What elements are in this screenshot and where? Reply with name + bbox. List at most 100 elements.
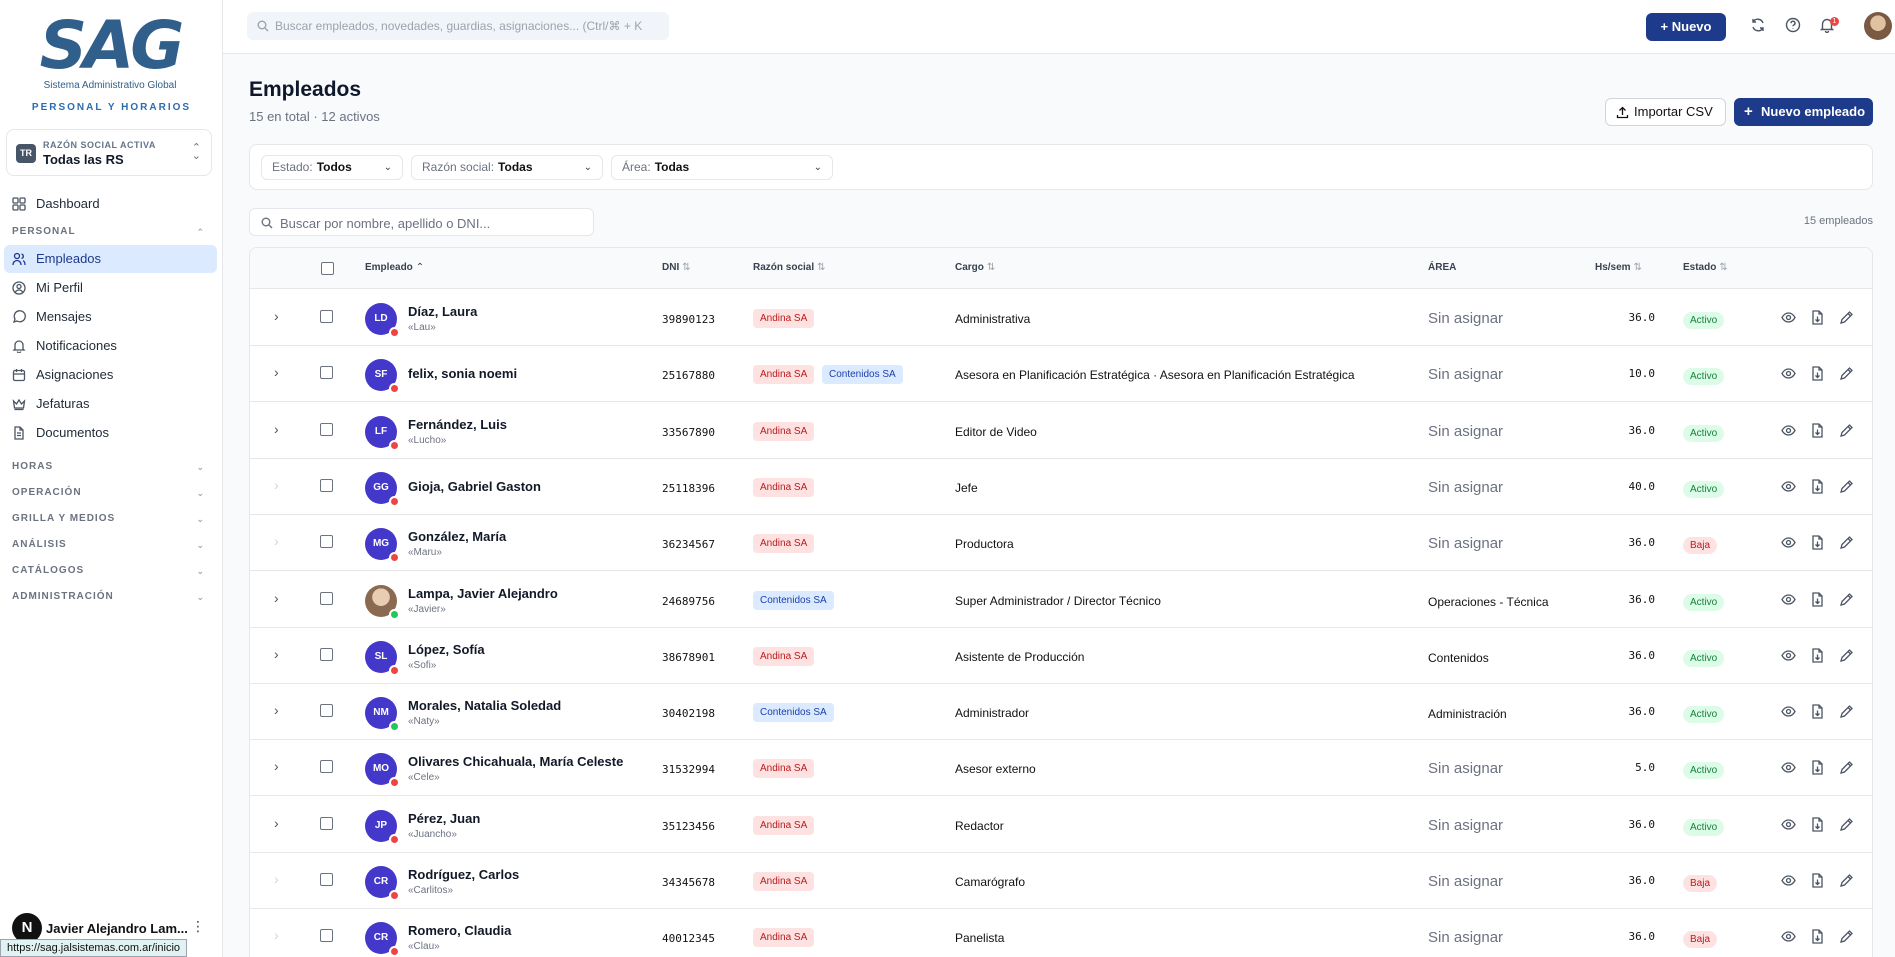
- pencil-icon[interactable]: [1839, 760, 1854, 775]
- eye-icon[interactable]: [1781, 310, 1796, 325]
- pencil-icon[interactable]: [1839, 704, 1854, 719]
- row-checkbox[interactable]: [320, 591, 333, 605]
- document-icon[interactable]: [1810, 648, 1825, 663]
- chevron-right-icon[interactable]: ›: [274, 421, 279, 437]
- eye-icon[interactable]: [1781, 929, 1796, 944]
- row-checkbox[interactable]: [320, 760, 333, 774]
- row-checkbox[interactable]: [320, 929, 333, 943]
- employee-name[interactable]: Díaz, Laura: [408, 304, 477, 319]
- employee-name[interactable]: Romero, Claudia: [408, 923, 511, 938]
- estado-filter[interactable]: Estado: Todos ⌄: [261, 155, 403, 180]
- pencil-icon[interactable]: [1839, 423, 1854, 438]
- document-icon[interactable]: [1810, 366, 1825, 381]
- avatar[interactable]: [1864, 12, 1892, 40]
- row-checkbox[interactable]: [320, 366, 333, 380]
- document-icon[interactable]: [1810, 591, 1825, 607]
- section-horas[interactable]: HORAS ⌄: [0, 454, 223, 480]
- section-grilla-medios[interactable]: GRILLA Y MEDIOS ⌄: [0, 506, 223, 532]
- column-hs-sem[interactable]: Hs/sem ⇅: [1595, 262, 1642, 273]
- pencil-icon[interactable]: [1839, 929, 1854, 944]
- row-checkbox[interactable]: [320, 422, 333, 436]
- column-razon-social[interactable]: Razón social ⇅: [753, 262, 826, 273]
- import-csv-button[interactable]: Importar CSV: [1605, 98, 1726, 126]
- document-icon[interactable]: [1810, 310, 1825, 325]
- pencil-icon[interactable]: [1839, 873, 1854, 888]
- eye-icon[interactable]: [1781, 648, 1796, 663]
- eye-icon[interactable]: [1781, 704, 1796, 719]
- row-checkbox[interactable]: [320, 310, 333, 323]
- row-checkbox[interactable]: [320, 478, 333, 492]
- pencil-icon[interactable]: [1839, 479, 1854, 494]
- chevron-right-icon[interactable]: ›: [274, 308, 279, 324]
- pencil-icon[interactable]: [1839, 366, 1854, 381]
- eye-icon[interactable]: [1781, 479, 1796, 494]
- logo[interactable]: SAG Sistema Administrativo Global: [35, 13, 185, 92]
- document-icon[interactable]: [1810, 873, 1825, 888]
- document-icon[interactable]: [1810, 704, 1825, 719]
- sidebar-item-documentos[interactable]: Documentos: [4, 419, 217, 447]
- document-icon[interactable]: [1810, 929, 1825, 944]
- chevron-right-icon[interactable]: ›: [274, 646, 279, 662]
- row-checkbox[interactable]: [320, 873, 333, 886]
- chevron-right-icon[interactable]: ›: [274, 702, 279, 718]
- section-personal[interactable]: PERSONAL ⌃: [0, 219, 223, 245]
- pencil-icon[interactable]: [1839, 592, 1854, 607]
- sidebar-item-empleados[interactable]: Empleados: [4, 245, 217, 273]
- column-dni[interactable]: DNI ⇅: [662, 262, 691, 273]
- pencil-icon[interactable]: [1839, 817, 1854, 832]
- row-checkbox[interactable]: [320, 535, 333, 549]
- eye-icon[interactable]: [1781, 535, 1796, 550]
- employee-name[interactable]: Rodríguez, Carlos: [408, 867, 519, 882]
- eye-icon[interactable]: [1781, 592, 1796, 607]
- pencil-icon[interactable]: [1839, 535, 1854, 550]
- employee-name[interactable]: felix, sonia noemi: [408, 366, 517, 381]
- eye-icon[interactable]: [1781, 760, 1796, 775]
- sidebar-item-dashboard[interactable]: Dashboard: [4, 190, 217, 218]
- sidebar-item-notificaciones[interactable]: Notificaciones: [4, 332, 217, 360]
- chevron-right-icon[interactable]: ›: [274, 815, 279, 831]
- sidebar-item-mensajes[interactable]: Mensajes: [4, 303, 217, 331]
- section-catalogos[interactable]: CATÁLOGOS ⌄: [0, 558, 223, 584]
- employee-name[interactable]: Gioja, Gabriel Gaston: [408, 479, 541, 494]
- select-all-checkbox[interactable]: [321, 262, 334, 275]
- row-checkbox[interactable]: [320, 816, 333, 830]
- row-checkbox[interactable]: [320, 647, 333, 661]
- employee-name[interactable]: López, Sofía: [408, 642, 485, 657]
- employee-name[interactable]: Olivares Chicahuala, María Celeste: [408, 754, 623, 769]
- document-icon[interactable]: [1810, 535, 1825, 550]
- sidebar-item-jefaturas[interactable]: Jefaturas: [4, 390, 217, 418]
- chevron-right-icon[interactable]: ›: [274, 758, 279, 774]
- document-icon[interactable]: [1810, 479, 1825, 494]
- section-administracion[interactable]: ADMINISTRACIÓN ⌄: [0, 584, 223, 610]
- employee-name[interactable]: Pérez, Juan: [408, 811, 480, 826]
- new-button[interactable]: + Nuevo: [1646, 13, 1726, 41]
- column-empleado[interactable]: Empleado ⌃: [365, 262, 424, 273]
- eye-icon[interactable]: [1781, 423, 1796, 438]
- document-icon[interactable]: [1810, 422, 1825, 438]
- section-analisis[interactable]: ANÁLISIS ⌄: [0, 532, 223, 558]
- help-icon[interactable]: [1785, 17, 1801, 33]
- eye-icon[interactable]: [1781, 366, 1796, 381]
- document-icon[interactable]: [1810, 760, 1825, 776]
- employee-search-input[interactable]: Buscar por nombre, apellido o DNI...: [249, 208, 594, 236]
- pencil-icon[interactable]: [1839, 310, 1854, 325]
- eye-icon[interactable]: [1781, 873, 1796, 888]
- employee-name[interactable]: Morales, Natalia Soledad: [408, 698, 561, 713]
- employee-name[interactable]: González, María: [408, 529, 506, 544]
- razon-social-selector[interactable]: TR RAZÓN SOCIAL ACTIVA Todas las RS ⌃ ⌄: [6, 129, 212, 176]
- sidebar-item-asignaciones[interactable]: Asignaciones: [4, 361, 217, 389]
- pencil-icon[interactable]: [1839, 648, 1854, 663]
- area-filter[interactable]: Área: Todas ⌄: [611, 155, 833, 180]
- employee-name[interactable]: Fernández, Luis: [408, 417, 507, 432]
- document-icon[interactable]: [1810, 817, 1825, 832]
- row-checkbox[interactable]: [320, 704, 333, 718]
- razon-social-filter[interactable]: Razón social: Todas ⌄: [411, 155, 603, 180]
- column-cargo[interactable]: Cargo ⇅: [955, 262, 995, 273]
- refresh-icon[interactable]: [1750, 17, 1766, 33]
- eye-icon[interactable]: [1781, 817, 1796, 832]
- global-search-input[interactable]: Buscar empleados, novedades, guardias, a…: [247, 12, 669, 40]
- sidebar-item-mi-perfil[interactable]: Mi Perfil: [4, 274, 217, 302]
- section-operacion[interactable]: OPERACIÓN ⌄: [0, 480, 223, 506]
- chevron-right-icon[interactable]: ›: [274, 364, 279, 380]
- chevron-right-icon[interactable]: ›: [274, 590, 279, 606]
